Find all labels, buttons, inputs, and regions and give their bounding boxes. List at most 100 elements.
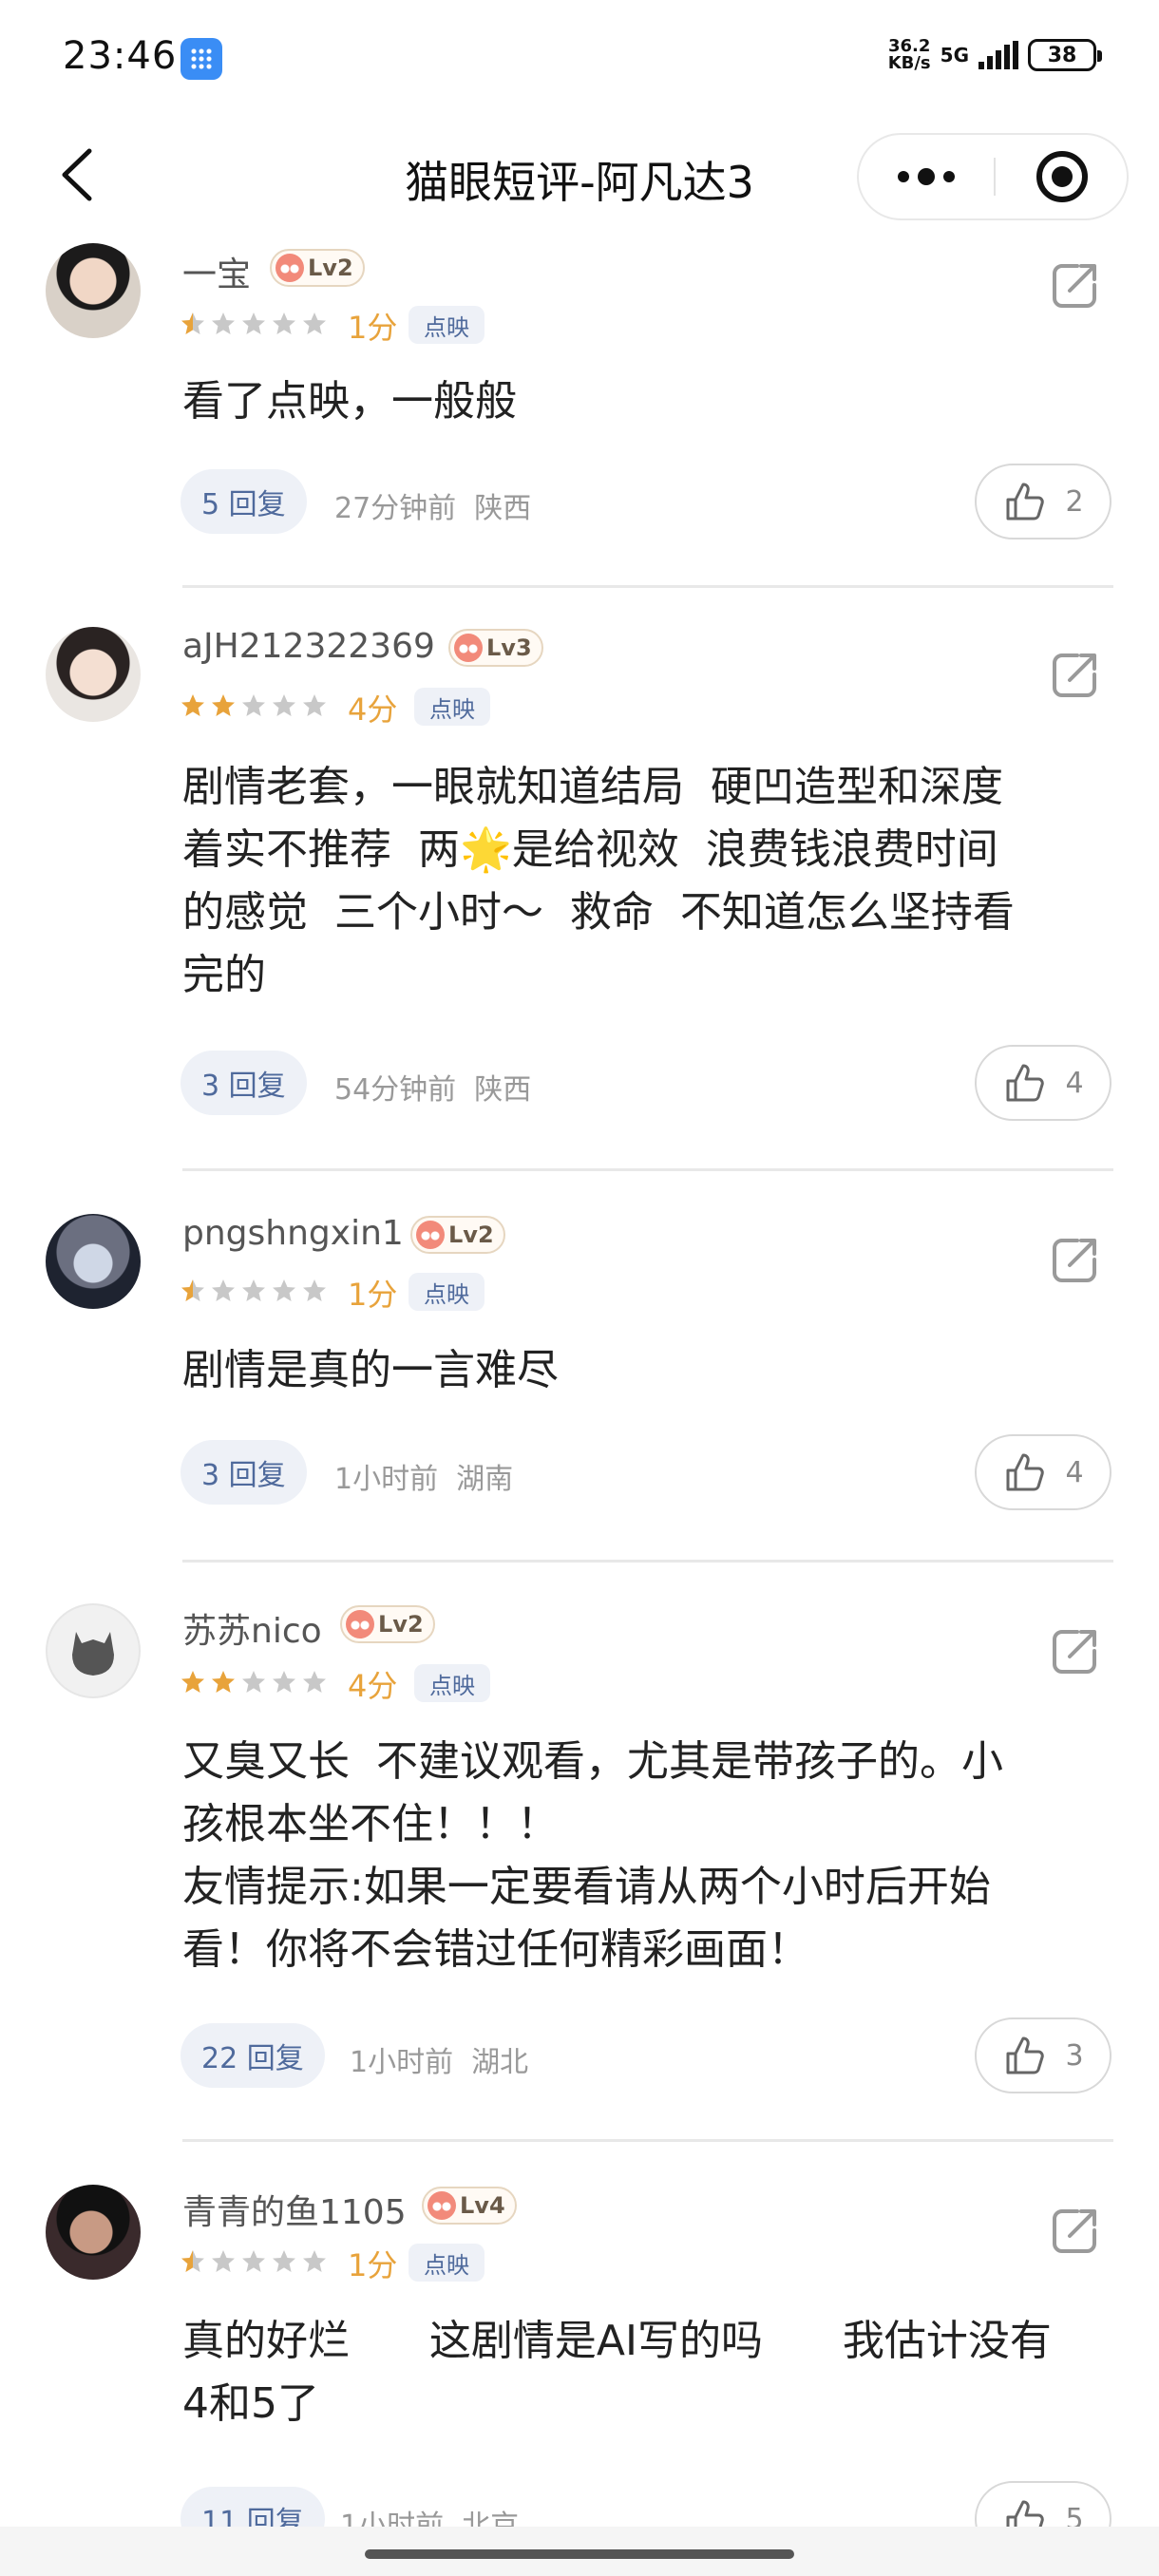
preview-tag: 点映 [414,688,490,726]
thumbs-up-icon [1006,2500,1045,2527]
share-icon[interactable] [1049,1624,1102,1677]
preview-tag: 点映 [408,1273,484,1311]
comment-location: 陕西 [474,492,532,525]
comment-item: 苏苏nico Lv2 4分 点映 又臭又长 不建议观看，尤其是带孩子的。小 孩根… [0,1563,1159,2143]
share-icon[interactable] [1049,2204,1102,2257]
comment-meta: 54分钟前 陕西 [334,1066,531,1108]
status-time: 23:46 [63,34,178,78]
divider [182,1560,1113,1563]
rating-stars [180,312,327,336]
username[interactable]: 一宝 [182,247,251,296]
star-icon [212,1279,235,1301]
signal-bars-icon [978,41,1018,69]
thumbs-up-icon [1006,483,1045,521]
maoyan-cat-icon [276,254,304,282]
level-badge: Lv4 [422,2187,517,2225]
level-badge: Lv2 [340,1605,435,1643]
reply-button[interactable]: 3 回复 [180,1051,307,1115]
star-icon [273,694,295,716]
comment-text: 看了点映，一般般 [182,377,517,426]
level-text: Lv2 [308,255,353,281]
star-icon [303,2250,326,2272]
username[interactable]: 青青的鱼1105 [182,2185,407,2234]
reply-button[interactable]: 11 回复 [180,2487,325,2527]
divider [182,2139,1113,2142]
avatar[interactable] [46,1603,141,1698]
username[interactable]: aJH212322369 [182,627,435,666]
comment-location: 陕西 [474,1073,532,1107]
close-mini-program-button[interactable] [996,135,1129,218]
comment-text: 剧情老套，一眼就知道结局 硬凹造型和深度 着实不推荐 两🌟是给视效 浪费钱浪费时… [182,763,1015,999]
star-icon [242,1671,265,1693]
like-count: 2 [1065,484,1084,519]
page-title: 猫眼短评-阿凡达3 [405,157,754,208]
maoyan-cat-icon [428,2191,456,2220]
star-icon [212,694,235,716]
comment-text: 剧情是真的一言难尽 [182,1346,559,1394]
status-indicators: 36.2 KB/s 5G 38 [887,38,1102,73]
comment-meta: 1小时前 湖南 [334,1455,513,1497]
reply-button[interactable]: 5 回复 [180,469,307,534]
comment-meta: 1小时前 湖北 [350,2038,528,2080]
comment-time: 54分钟前 [334,1073,457,1107]
rating-stars [180,1670,327,1695]
level-badge: Lv2 [410,1216,505,1254]
home-indicator[interactable] [365,2549,794,2559]
like-count: 4 [1065,1455,1084,1489]
star-icon [181,2250,204,2272]
level-text: Lv3 [486,635,532,661]
signal-type: 5G [940,44,969,66]
maoyan-cat-icon [454,634,483,662]
star-icon [181,313,204,334]
star-icon [181,694,204,716]
score-text: 1分 [348,1277,398,1313]
like-button[interactable]: 4 [975,1045,1112,1121]
network-speed-unit: KB/s [887,53,931,73]
nav-bar: 猫眼短评-阿凡达3 [0,114,1159,237]
like-button[interactable]: 3 [975,2017,1112,2093]
avatar[interactable] [46,2185,141,2280]
share-icon[interactable] [1049,648,1102,701]
share-icon[interactable] [1049,258,1102,312]
thumbs-up-icon [1006,1453,1045,1491]
score-text: 1分 [348,310,398,346]
like-button[interactable]: 2 [975,464,1112,540]
username[interactable]: 苏苏nico [182,1603,322,1653]
mini-program-capsule [857,133,1129,220]
comment-location: 北京 [462,2510,520,2527]
star-icon [303,1671,326,1693]
level-text: Lv4 [460,2192,505,2219]
like-count: 5 [1065,2502,1084,2528]
reply-button[interactable]: 3 回复 [180,1440,307,1505]
avatar[interactable] [46,1214,141,1309]
star-icon [242,2250,265,2272]
comment-text: 又臭又长 不建议观看，尤其是带孩子的。小 孩根本坐不住！！！ 友情提示:如果一定… [182,1737,1003,1974]
avatar[interactable] [46,243,141,338]
notification-app-icon [180,38,222,80]
screen: 23:46 36.2 KB/s 5G 38 猫眼短评-阿凡达3 一宝 Lv2 1… [0,0,1159,2576]
username[interactable]: pngshngxin1 [182,1214,404,1253]
comment-time: 1小时前 [350,2046,454,2079]
divider [182,585,1113,588]
avatar[interactable] [46,627,141,722]
more-dots-icon [898,168,955,185]
comment-text: 真的好烂 这剧情是AI写的吗 我估计没有 4和5了 [182,2317,1052,2428]
comment-meta: 27分钟前 陕西 [334,484,531,526]
like-button[interactable]: 4 [975,1434,1112,1510]
star-icon [273,1279,295,1301]
back-button[interactable] [48,144,104,205]
like-button[interactable]: 5 [975,2481,1112,2527]
star-icon [303,694,326,716]
star-icon [303,313,326,334]
comment-time: 27分钟前 [334,492,457,525]
share-icon[interactable] [1049,1233,1102,1286]
more-button[interactable] [859,135,994,218]
comment-item: 一宝 Lv2 1分 点映 看了点映，一般般 5 回复 27分钟前 陕西 2 [0,237,1159,589]
comment-time: 1小时前 [340,2510,445,2527]
comment-list[interactable]: 一宝 Lv2 1分 点映 看了点映，一般般 5 回复 27分钟前 陕西 2 aJ… [0,237,1159,2527]
star-icon [181,1671,204,1693]
score-text: 1分 [348,2247,398,2283]
comment-time: 1小时前 [334,1463,439,1496]
reply-button[interactable]: 22 回复 [180,2023,325,2088]
star-icon [242,694,265,716]
